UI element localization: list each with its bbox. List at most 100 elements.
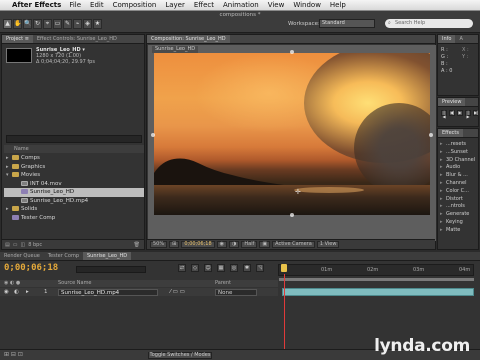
layer-name[interactable]: Sunrise_Leo_HD.mp4 xyxy=(58,288,158,296)
tab-sunrise-leo-hd[interactable]: Sunrise_Leo_HD xyxy=(83,252,132,260)
source-name-header[interactable]: Source Name xyxy=(58,280,92,287)
views-select[interactable]: 1 View xyxy=(316,241,340,248)
tab-effects[interactable]: Effects xyxy=(438,129,463,137)
effects-category[interactable]: ▸ 3D Channel xyxy=(440,157,478,165)
stamp-tool-icon[interactable]: ◈ xyxy=(83,19,92,29)
shy-icon[interactable]: ☺ xyxy=(204,264,212,272)
project-search-input[interactable] xyxy=(6,135,142,143)
channel-icon[interactable]: ◑ xyxy=(229,241,240,248)
trash-icon[interactable]: 🗑 xyxy=(134,242,140,248)
menu-file[interactable]: File xyxy=(69,1,81,9)
effects-category[interactable]: ▸ ...Sunset xyxy=(440,149,478,157)
current-time-display[interactable]: 0;00;06;18 xyxy=(181,241,215,248)
project-column-header[interactable]: Name xyxy=(4,145,144,153)
play-icon[interactable]: ▶ xyxy=(457,110,463,116)
app-menu[interactable]: After Effects xyxy=(12,1,61,9)
next-frame-icon[interactable]: |▶ xyxy=(465,110,471,119)
menu-window[interactable]: Window xyxy=(293,1,321,9)
effects-category[interactable]: ▸ Channel xyxy=(440,180,478,188)
menu-layer[interactable]: Layer xyxy=(165,1,185,9)
brush-tool-icon[interactable]: ⌁ xyxy=(73,19,82,29)
bpc-label[interactable]: 8 bpc xyxy=(28,242,42,248)
parent-header[interactable]: Parent xyxy=(215,280,231,287)
effects-category[interactable]: ▸ Color C... xyxy=(440,188,478,196)
menu-view[interactable]: View xyxy=(268,1,285,9)
comp-breadcrumb[interactable]: Sunrise_Leo_HD xyxy=(152,46,199,53)
snapshot-icon[interactable]: ◉ xyxy=(216,241,228,248)
safe-zones-icon[interactable]: ⊞ xyxy=(169,241,180,248)
eye-icon[interactable]: ◉ xyxy=(4,288,9,296)
effects-category[interactable]: ▸ Keying xyxy=(440,219,478,227)
workspace-select[interactable]: Standard xyxy=(319,19,375,28)
audio-icon[interactable]: ◐ xyxy=(14,288,19,296)
project-item[interactable]: ▸ Graphics xyxy=(4,163,144,172)
zoom-select[interactable]: 50% xyxy=(150,241,168,248)
effects-category[interactable]: ▸ ...resets xyxy=(440,141,478,149)
anchor-crosshair-icon[interactable]: ✛ xyxy=(295,188,301,196)
menu-effect[interactable]: Effect xyxy=(194,1,214,9)
transform-handle-top[interactable] xyxy=(290,50,294,54)
prev-frame-icon[interactable]: ◀| xyxy=(449,110,455,116)
effects-category[interactable]: ▸ Blur & ... xyxy=(440,172,478,180)
last-frame-icon[interactable]: ▶| xyxy=(473,110,479,116)
project-item[interactable]: Sunrise_Leo_HD.mp4 xyxy=(4,197,144,206)
hand-tool-icon[interactable]: ✋ xyxy=(13,19,22,29)
tab-composition[interactable]: Composition: Sunrise_Leo_HD xyxy=(147,35,230,43)
tab-effect-controls[interactable]: Effect Controls: Sunrise_Leo_HD xyxy=(33,35,121,43)
transform-handle-bottom[interactable] xyxy=(290,213,294,217)
frame-blending-icon[interactable]: ▦ xyxy=(217,264,225,272)
project-item[interactable]: Sunrise_Leo_HD xyxy=(4,188,144,197)
layer-duration-bar[interactable] xyxy=(282,288,474,296)
parent-select[interactable]: None xyxy=(215,288,257,296)
project-item[interactable]: ▸ Comps xyxy=(4,154,144,163)
timeline-timecode[interactable]: 0;00;06;18 xyxy=(4,263,58,273)
graph-editor-icon[interactable]: ◹ xyxy=(256,264,264,272)
rectangle-tool-icon[interactable]: ▭ xyxy=(53,19,62,29)
new-folder-icon[interactable]: ▭ xyxy=(13,242,18,248)
menu-composition[interactable]: Composition xyxy=(113,1,157,9)
menu-animation[interactable]: Animation xyxy=(223,1,259,9)
transform-handle-left[interactable] xyxy=(151,133,155,137)
region-icon[interactable]: ▣ xyxy=(259,241,271,248)
playhead-line[interactable] xyxy=(284,274,285,360)
time-ruler[interactable]: 0f 01m 02m 03m 04m xyxy=(278,264,474,276)
brainstorm-icon[interactable]: ✱ xyxy=(243,264,251,272)
layer-switches-toggle-icon[interactable]: ⊞ ⊟ ⊡ xyxy=(4,351,23,358)
menu-help[interactable]: Help xyxy=(330,1,346,9)
layer-twirl-icon[interactable]: ▸ xyxy=(26,288,29,296)
video-frame[interactable]: ✛ xyxy=(154,53,430,215)
camera-select[interactable]: Active Camera xyxy=(272,241,315,248)
playhead-handle[interactable] xyxy=(281,264,287,272)
layer-row[interactable]: ◉ ◐ ▸ 1 Sunrise_Leo_HD.mp4 ⁄ ▭ ▭ None xyxy=(0,288,278,296)
toggle-switches-modes-button[interactable]: Toggle Switches / Modes xyxy=(148,352,212,359)
effects-category[interactable]: ▸ Generate xyxy=(440,211,478,219)
tab-info[interactable]: Info xyxy=(438,35,456,43)
effects-category[interactable]: ▸ Audio xyxy=(440,164,478,172)
resolution-select[interactable]: Half xyxy=(241,241,258,248)
puppet-tool-icon[interactable]: ★ xyxy=(93,19,102,29)
project-item[interactable]: Tester Comp xyxy=(4,214,144,223)
timeline-search-input[interactable] xyxy=(76,266,146,273)
first-frame-icon[interactable]: |◀ xyxy=(441,110,447,119)
menu-edit[interactable]: Edit xyxy=(90,1,104,9)
tab-tester-comp[interactable]: Tester Comp xyxy=(44,252,83,260)
zoom-tool-icon[interactable]: 🔍 xyxy=(23,19,32,29)
new-comp-icon[interactable]: ◫ xyxy=(20,242,25,248)
project-item[interactable]: INT 04.mov xyxy=(4,180,144,189)
rotation-tool-icon[interactable]: ↻ xyxy=(33,19,42,29)
help-search-input[interactable]: ⌕ Search Help xyxy=(385,19,473,28)
layer-switches-icon[interactable]: ⁄ ▭ ▭ xyxy=(170,288,185,296)
composition-viewer[interactable]: Sunrise_Leo_HD ✛ xyxy=(148,45,436,241)
selection-tool-icon[interactable]: ▲ xyxy=(3,19,12,29)
effects-category[interactable]: ▸ Matte xyxy=(440,227,478,235)
draft-3d-icon[interactable]: ◇ xyxy=(191,264,199,272)
transform-handle-right[interactable] xyxy=(429,133,433,137)
project-item[interactable]: ▾ Movies xyxy=(4,171,144,180)
interpret-footage-icon[interactable]: ▤ xyxy=(5,242,10,248)
motion-blur-icon[interactable]: ◎ xyxy=(230,264,238,272)
tab-preview[interactable]: Preview xyxy=(438,98,466,106)
camera-tool-icon[interactable]: ⌖ xyxy=(43,19,52,29)
effects-category[interactable]: ▸ Distort xyxy=(440,196,478,204)
pen-tool-icon[interactable]: ✎ xyxy=(63,19,72,29)
tab-render-queue[interactable]: Render Queue xyxy=(0,252,44,260)
